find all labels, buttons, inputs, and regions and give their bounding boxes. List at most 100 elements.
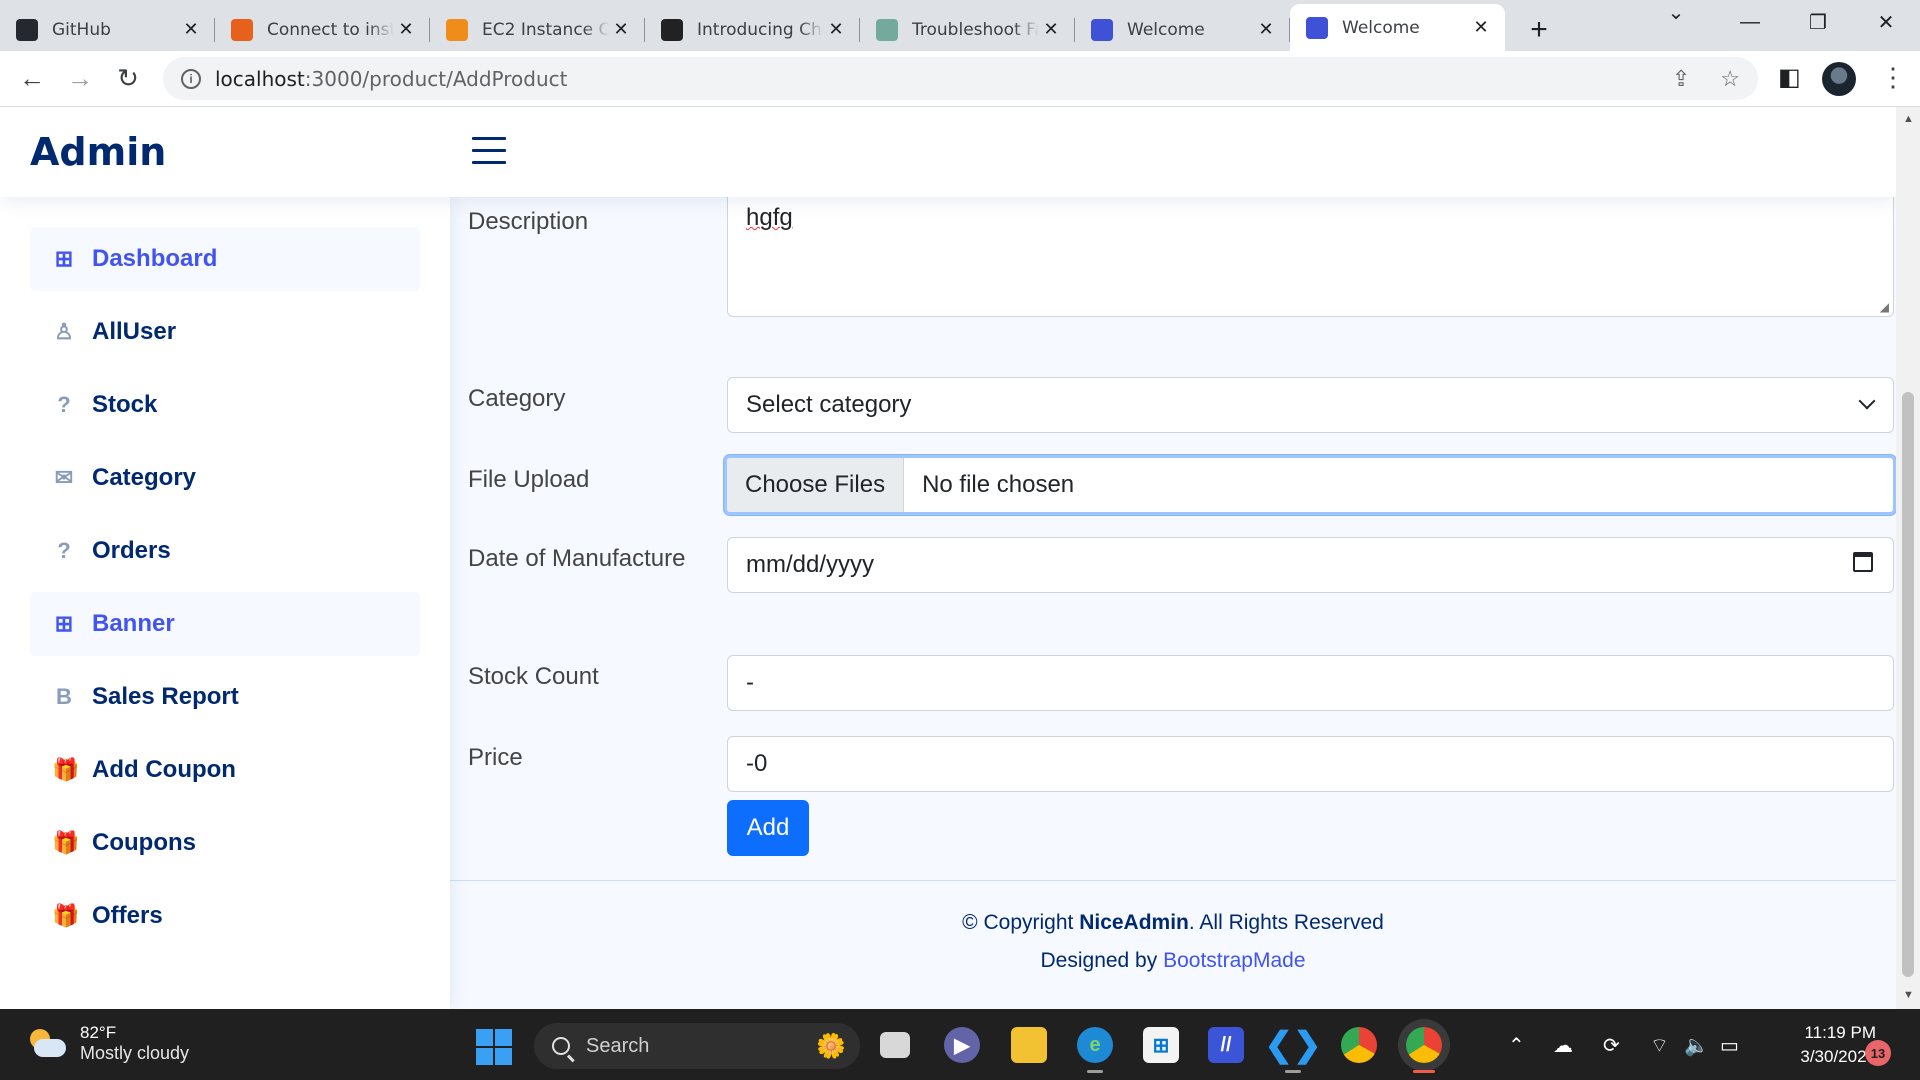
- sidebar-item-stock[interactable]: ? Stock: [30, 373, 420, 437]
- file-explorer-icon[interactable]: [1011, 1027, 1047, 1063]
- admin-page: Admin ⊞ Dashboard ♙ AllUser ? Stock ✉ Category?…: [0, 107, 1896, 1009]
- minimize-icon[interactable]: —: [1716, 0, 1784, 44]
- teams-chat-icon[interactable]: ▶: [944, 1027, 980, 1063]
- app-logo-icon[interactable]: //: [1208, 1027, 1244, 1063]
- taskbar-clock[interactable]: 11:19 PM 3/30/2023: [1770, 1021, 1876, 1069]
- chevron-down-icon: [1858, 392, 1876, 410]
- restore-icon[interactable]: ❐: [1784, 0, 1852, 44]
- profile-avatar[interactable]: [1822, 62, 1856, 96]
- calendar-icon[interactable]: [1853, 552, 1873, 572]
- new-tab-button[interactable]: +: [1519, 8, 1559, 51]
- app-icon: [1091, 18, 1113, 41]
- share-icon[interactable]: ⇪: [1672, 66, 1690, 92]
- weather-condition: Mostly cloudy: [80, 1043, 190, 1063]
- close-tab-icon[interactable]: ✕: [824, 19, 848, 40]
- sidebar-item-orders[interactable]: ? Orders: [30, 519, 420, 583]
- tab-title: Connect to instance: [267, 19, 394, 40]
- close-tab-icon[interactable]: ✕: [1469, 17, 1493, 38]
- date-of-manufacture-input[interactable]: mm/dd/yyyy: [727, 537, 1894, 593]
- add-button[interactable]: Add: [727, 800, 809, 856]
- price-input[interactable]: -0: [727, 736, 1894, 792]
- chrome-active-icon[interactable]: [1406, 1027, 1442, 1073]
- taskbar-search[interactable]: Search 🌼: [534, 1023, 860, 1069]
- browser-tab[interactable]: Introducing ChatGPT✕: [645, 8, 860, 51]
- tab-search-chevron-icon[interactable]: ⌄: [1642, 0, 1710, 25]
- scrollbar-thumb[interactable]: [1902, 392, 1914, 977]
- scroll-down-icon[interactable]: ▼: [1903, 989, 1914, 1001]
- reload-icon[interactable]: ↻: [104, 63, 152, 94]
- aws-icon: [231, 18, 253, 41]
- top-header: Admin: [0, 107, 1896, 197]
- bootstrapmade-link[interactable]: BootstrapMade: [1163, 949, 1305, 972]
- url-bar[interactable]: i localhost:3000/product/AddProduct ⇪ ☆: [163, 57, 1758, 100]
- partly-cloudy-icon: [26, 1028, 66, 1059]
- notification-badge[interactable]: 13: [1865, 1040, 1891, 1066]
- side-panel-icon[interactable]: ◧: [1778, 63, 1801, 92]
- close-window-icon[interactable]: ✕: [1852, 0, 1920, 44]
- date-of-manufacture-label: Date of Manufacture: [468, 545, 686, 572]
- sidebar-item-sales-report[interactable]: B Sales Report: [30, 665, 420, 729]
- question-circle-icon: ?: [57, 392, 71, 417]
- tab-title: GitHub: [52, 19, 111, 40]
- site-info-icon[interactable]: i: [181, 68, 201, 89]
- category-label: Category: [468, 385, 566, 412]
- weather-widget[interactable]: 82°F Mostly cloudy: [26, 1023, 189, 1064]
- admin-logo[interactable]: Admin: [30, 130, 166, 174]
- browser-tab[interactable]: Welcome ✕: [1075, 8, 1290, 51]
- sidebar-item-dashboard[interactable]: ⊞ Dashboard: [30, 227, 420, 291]
- edge-browser-icon[interactable]: e: [1077, 1027, 1113, 1073]
- onedrive-warning-icon[interactable]: ☁: [1553, 1033, 1573, 1058]
- browser-tab[interactable]: EC2 Instance Connect✕: [430, 8, 645, 51]
- gift-icon: 🎁: [52, 757, 80, 782]
- sidebar-item-label: Add Coupon: [92, 756, 236, 783]
- sync-icon[interactable]: ⟳: [1603, 1033, 1620, 1058]
- bootstrap-b-icon: B: [56, 684, 72, 709]
- chrome-icon[interactable]: [1341, 1027, 1377, 1063]
- sidebar-item-coupons[interactable]: 🎁 Coupons: [30, 811, 420, 875]
- taskbar-search-label: Search: [586, 1034, 650, 1057]
- person-icon: ♙: [54, 319, 74, 344]
- back-arrow-icon[interactable]: ←: [8, 63, 56, 94]
- description-textarea[interactable]: hgfg ◢: [727, 189, 1894, 317]
- windows-start-icon[interactable]: [476, 1029, 512, 1065]
- sidebar-item-add-coupon[interactable]: 🎁 Add Coupon: [30, 738, 420, 802]
- browser-tab[interactable]: Troubleshoot Failed✕: [860, 8, 1075, 51]
- choose-files-button[interactable]: Choose Files: [727, 458, 905, 512]
- sidebar-item-offers[interactable]: 🎁 Offers: [30, 884, 420, 948]
- category-selected-value: Select category: [746, 391, 912, 418]
- sidebar-item-category[interactable]: ✉ Category: [30, 446, 420, 510]
- browser-tab[interactable]: GitHub ✕: [0, 8, 215, 51]
- show-hidden-icons-chevron[interactable]: ⌃: [1508, 1033, 1525, 1058]
- battery-icon[interactable]: ▭: [1720, 1033, 1739, 1058]
- windows-taskbar: 82°F Mostly cloudy Search 🌼 ▶ e ⊞ // ❮❯ …: [0, 1009, 1920, 1080]
- category-select[interactable]: Select category: [727, 377, 1894, 433]
- scroll-up-icon[interactable]: ▲: [1903, 113, 1914, 125]
- microsoft-store-icon[interactable]: ⊞: [1143, 1027, 1179, 1063]
- sidebar-item-alluser[interactable]: ♙ AllUser: [30, 300, 420, 364]
- close-tab-icon[interactable]: ✕: [609, 19, 633, 40]
- stock-count-input[interactable]: -: [727, 655, 1894, 711]
- hamburger-menu-icon[interactable]: [472, 137, 506, 173]
- sidebar-item-label: Orders: [92, 537, 171, 564]
- sidebar-item-banner[interactable]: ⊞ Banner: [30, 592, 420, 656]
- volume-icon[interactable]: 🔈: [1684, 1033, 1709, 1058]
- close-tab-icon[interactable]: ✕: [1039, 19, 1063, 40]
- browser-menu-icon[interactable]: ⋮: [1880, 62, 1906, 93]
- close-tab-icon[interactable]: ✕: [1254, 19, 1278, 40]
- copyright-prefix: © Copyright: [962, 911, 1080, 934]
- forward-arrow-icon[interactable]: →: [56, 63, 104, 94]
- task-view-icon[interactable]: [880, 1032, 910, 1058]
- resize-handle-icon[interactable]: ◢: [1880, 300, 1889, 314]
- url-path: :3000/product/AddProduct: [304, 66, 568, 91]
- wifi-icon[interactable]: ⌔: [1650, 1033, 1669, 1058]
- browser-tab[interactable]: Connect to instance✕: [215, 8, 430, 51]
- browser-tab[interactable]: Welcome ✕: [1290, 4, 1505, 51]
- file-upload-label: File Upload: [468, 466, 590, 493]
- vscode-icon[interactable]: ❮❯: [1265, 1026, 1322, 1073]
- tab-title: Troubleshoot Failed: [912, 19, 1039, 40]
- page-scrollbar[interactable]: ▲ ▼: [1896, 107, 1920, 1009]
- file-upload-input[interactable]: Choose Files No file chosen: [724, 455, 1896, 515]
- close-tab-icon[interactable]: ✕: [179, 19, 203, 40]
- bookmark-star-icon[interactable]: ☆: [1720, 66, 1740, 92]
- close-tab-icon[interactable]: ✕: [394, 19, 418, 40]
